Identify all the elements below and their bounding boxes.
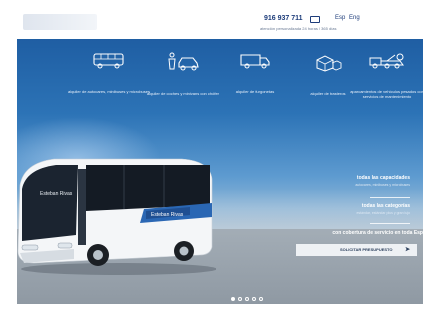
mail-icon[interactable]: [310, 16, 320, 23]
hero-capacities-sub: autocares, minibuses y microbuses: [355, 183, 410, 187]
request-quote-label: SOLICITAR PRESUPUESTO: [340, 247, 393, 252]
attention-text: atención personalizada 24 horas / 365 dí…: [260, 26, 337, 31]
page-frame: 916 937 711 Esp Eng atención personaliza…: [17, 8, 423, 304]
coach-bus-illustration: Esteban Rivas Esteban Rivas: [17, 158, 217, 275]
hero-banner: alquiler de autocares, minibuses y micro…: [17, 39, 423, 304]
carousel-dots: [231, 288, 266, 304]
boxes-icon: [316, 55, 342, 72]
hero-categories-sub: estándar, estándar plus y gran lujo: [356, 211, 410, 215]
minibus-icon: [93, 53, 124, 69]
bus-brand-windshield: Esteban Rivas: [40, 191, 73, 197]
carousel-dot-3[interactable]: [245, 297, 249, 301]
request-quote-button[interactable]: SOLICITAR PRESUPUESTO ➤: [296, 244, 417, 256]
service-label: alquiler de furgonetas: [235, 89, 275, 94]
car-driver-icon: [168, 52, 199, 71]
send-icon: ➤: [404, 247, 410, 253]
bus-brand-side: Esteban Rivas: [151, 212, 184, 218]
hero-categories-title: todas las categorías: [361, 203, 410, 209]
service-label: aparcamientos de vehículos pesados con s…: [350, 89, 423, 99]
language-esp[interactable]: Esp: [335, 15, 345, 21]
carousel-dot-1[interactable]: [231, 297, 235, 301]
hero-capacities-title: todas las capacidades: [356, 175, 410, 181]
service-vans[interactable]: alquiler de furgonetas: [222, 52, 288, 94]
top-bar: 916 937 711 Esp Eng atención personaliza…: [17, 8, 423, 39]
bus-image: Esteban Rivas Esteban Rivas: [17, 155, 217, 282]
service-parking[interactable]: aparcamientos de vehículos pesados con s…: [349, 52, 423, 99]
carousel-dot-5[interactable]: [259, 297, 263, 301]
hero-divider: [370, 223, 410, 224]
service-label: alquiler de coches y minivans con chófer: [146, 91, 220, 96]
hero-divider: [370, 197, 410, 198]
tow-truck-icon: [369, 53, 404, 69]
carousel-dot-2[interactable]: [238, 297, 242, 301]
language-eng[interactable]: Eng: [349, 15, 360, 21]
hero-coverage-text: con cobertura de servicio en toda Esp: [332, 230, 423, 236]
site-logo[interactable]: [23, 14, 97, 30]
carousel-dot-4[interactable]: [252, 297, 256, 301]
phone-number[interactable]: 916 937 711: [264, 15, 303, 22]
van-icon: [240, 54, 270, 69]
service-chauffeur[interactable]: alquiler de coches y minivans con chófer: [141, 52, 225, 96]
